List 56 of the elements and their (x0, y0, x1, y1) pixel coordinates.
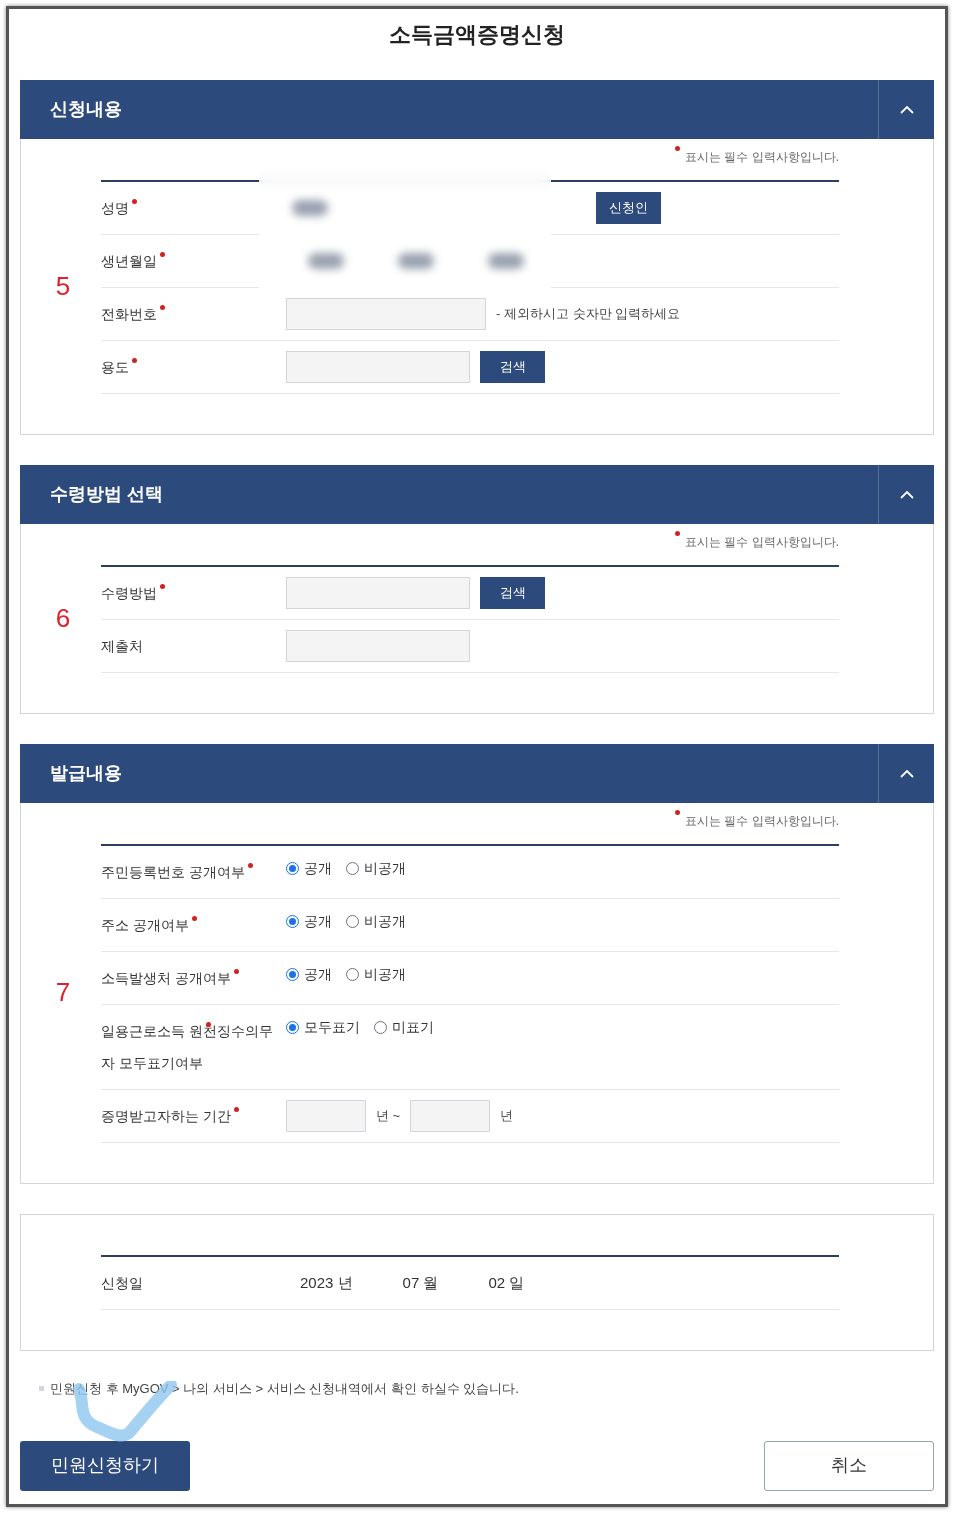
input-field[interactable] (286, 1100, 366, 1132)
date-value: 07 월 (402, 1272, 439, 1293)
annotation-number: 6 (54, 601, 71, 635)
field-label: 용도 (101, 359, 129, 375)
input-field[interactable] (286, 351, 470, 383)
input-field[interactable] (286, 577, 470, 609)
radio-option[interactable]: 비공개 (346, 964, 406, 985)
chevron-up-icon (898, 489, 915, 500)
radio-option[interactable]: 비공개 (346, 911, 406, 932)
required-note: 표시는 필수 입력사항입니다. (675, 533, 839, 553)
date-value: 02 일 (488, 1272, 525, 1293)
submit-button[interactable]: 민원신청하기 (20, 1440, 190, 1491)
chevron-up-icon (898, 768, 915, 779)
field-label: 일용근로소득 원천징수의무자 모두표기여부 (101, 1023, 273, 1071)
cancel-button[interactable]: 취소 (764, 1440, 934, 1491)
field-label: 주소 공개여부 (101, 917, 189, 933)
bullet-icon (39, 1386, 44, 1392)
page-title: 소득금액증명신청 (389, 21, 565, 49)
field-label: 증명받고자하는 기간 (101, 1108, 231, 1124)
field-label: 생년월일 (101, 253, 157, 269)
search-button[interactable]: 검색 (480, 351, 545, 383)
annotation-number: 5 (54, 269, 71, 303)
input-field[interactable] (286, 298, 486, 330)
hint-text: 년 ~ (376, 1107, 401, 1126)
search-button[interactable]: 검색 (480, 577, 545, 609)
input-field[interactable] (286, 630, 470, 662)
annotation-number: 7 (54, 976, 71, 1009)
radio-option[interactable]: 미표기 (374, 1017, 434, 1038)
field-label: 주민등록번호 공개여부 (101, 864, 245, 880)
radio-option[interactable]: 공개 (286, 964, 332, 985)
required-note: 표시는 필수 입력사항입니다. (675, 148, 839, 168)
required-note: 표시는 필수 입력사항입니다. (675, 812, 839, 832)
footnote: 민원신청 후 MyGOV > 나의 서비스 > 서비스 신청내역에서 확인 하실수 있습니다. (50, 1380, 519, 1398)
radio-option[interactable]: 모두표기 (286, 1017, 360, 1038)
blurred-value (308, 253, 344, 269)
section-title: 신청내용 (49, 98, 122, 121)
section-title: 발급내용 (49, 762, 122, 785)
hint-text: - 제외하시고 숫자만 입력하세요 (496, 305, 681, 324)
radio-option[interactable]: 비공개 (346, 858, 406, 879)
section-title: 수령방법 선택 (49, 483, 163, 506)
blurred-value (292, 200, 328, 216)
field-label: 제출처 (101, 638, 143, 654)
date-value: 2023 년 (300, 1272, 353, 1293)
field-label: 전화번호 (101, 306, 157, 322)
radio-option[interactable]: 공개 (286, 858, 332, 879)
input-field[interactable] (410, 1100, 491, 1132)
search-button[interactable]: 신청인 (596, 192, 661, 224)
field-label: 성명 (101, 200, 129, 216)
hint-text: 년 (500, 1107, 514, 1126)
field-label: 신청일 (101, 1275, 143, 1291)
field-label: 소득발생처 공개여부 (101, 970, 231, 986)
chevron-up-icon (898, 104, 915, 115)
field-label: 수령방법 (101, 585, 157, 601)
blurred-value (488, 253, 524, 269)
radio-option[interactable]: 공개 (286, 911, 332, 932)
blurred-value (398, 253, 434, 269)
